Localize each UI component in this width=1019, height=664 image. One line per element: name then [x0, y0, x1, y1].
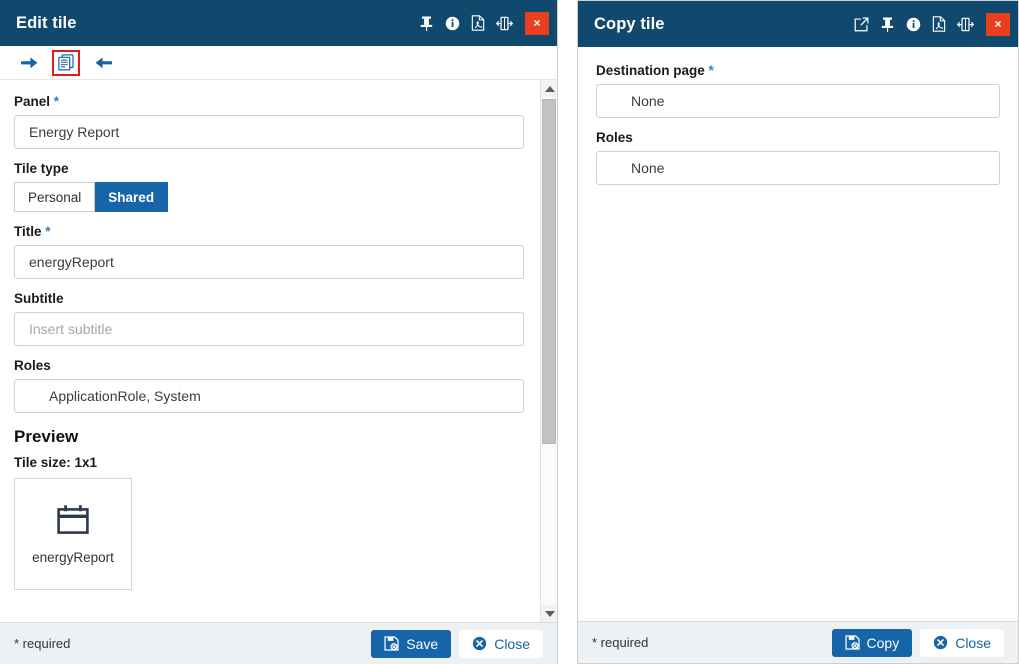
save-icon	[384, 636, 399, 651]
dual-dialog-screen: Edit tile × Panel * Energy Report Tile t…	[0, 0, 1019, 664]
copy-tile-form: Destination page * None Roles None	[578, 47, 1018, 621]
resize-width-icon[interactable]	[952, 1, 978, 47]
cancel-circle-icon	[933, 635, 948, 650]
title-label: Title *	[14, 224, 51, 239]
edit-tile-titlebar: Edit tile ×	[0, 0, 557, 46]
copy-tile-icon[interactable]	[52, 49, 80, 76]
pdf-icon[interactable]	[926, 1, 952, 47]
preview-tile[interactable]: energyReport	[14, 478, 132, 590]
copy-tile-titlebar-icons: ×	[848, 1, 1018, 47]
field-copy-roles: Roles None	[596, 130, 1000, 185]
close-icon[interactable]: ×	[986, 12, 1010, 36]
scroll-down-arrow[interactable]	[541, 605, 557, 622]
copy-roles-label: Roles	[596, 130, 633, 145]
preview-tile-label: energyReport	[32, 550, 114, 565]
required-asterisk: *	[45, 224, 51, 239]
copy-tile-titlebar: Copy tile ×	[578, 1, 1018, 47]
destination-page-input[interactable]: None	[596, 84, 1000, 118]
required-asterisk: *	[53, 94, 60, 109]
save-button-label: Save	[406, 635, 439, 652]
edit-tile-footer: * required Save Close	[0, 622, 557, 664]
copy-roles-input[interactable]: None	[596, 151, 1000, 185]
copy-button[interactable]: Copy	[831, 628, 913, 657]
tile-type-toggle: Personal Shared	[14, 182, 169, 212]
required-note: * required	[592, 635, 649, 650]
copy-tile-body: Destination page * None Roles None	[578, 47, 1018, 621]
field-subtitle: Subtitle Insert subtitle	[14, 291, 524, 346]
field-panel: Panel * Energy Report	[14, 94, 524, 149]
edit-tile-body: Panel * Energy Report Tile type Personal…	[0, 80, 557, 622]
scrollbar-thumb[interactable]	[542, 99, 556, 445]
preview-heading: Preview	[14, 427, 79, 446]
panel-label: Panel *	[14, 94, 60, 109]
required-note: * required	[14, 636, 71, 651]
field-tile-type: Tile type Personal Shared	[14, 161, 524, 212]
edit-tile-title: Edit tile	[16, 13, 77, 32]
resize-width-icon[interactable]	[491, 0, 517, 46]
save-icon	[844, 635, 860, 650]
copy-tile-title: Copy tile	[594, 14, 665, 33]
scrollbar-track[interactable]	[541, 97, 557, 605]
back-arrow-icon[interactable]	[90, 50, 116, 76]
close-icon[interactable]: ×	[525, 11, 549, 35]
edit-tile-toolbar	[0, 46, 557, 80]
edit-tile-form: Panel * Energy Report Tile type Personal…	[0, 80, 540, 622]
subtitle-label: Subtitle	[14, 291, 64, 306]
field-destination-page: Destination page * None	[596, 63, 1000, 118]
copy-tile-footer: * required Copy Close	[578, 621, 1018, 663]
calendar-icon	[56, 503, 90, 540]
scroll-up-arrow[interactable]	[541, 80, 557, 97]
save-button[interactable]: Save	[371, 629, 452, 658]
title-input[interactable]: energyReport	[14, 245, 524, 279]
edit-tile-titlebar-icons: ×	[413, 0, 557, 46]
pin-icon[interactable]	[413, 0, 439, 46]
tile-type-option-personal[interactable]: Personal	[14, 182, 96, 212]
info-icon[interactable]	[439, 0, 465, 46]
copy-tile-dialog: Copy tile × Destination page * None Role…	[577, 0, 1019, 664]
forward-arrow-icon[interactable]	[16, 50, 42, 76]
tile-type-option-shared[interactable]: Shared	[95, 182, 169, 212]
subtitle-input[interactable]: Insert subtitle	[14, 312, 524, 346]
close-button[interactable]: Close	[459, 629, 543, 658]
field-roles: Roles ApplicationRole, System	[14, 358, 524, 413]
roles-label: Roles	[14, 358, 51, 373]
pin-icon[interactable]	[874, 1, 900, 47]
roles-input[interactable]: ApplicationRole, System	[14, 379, 524, 413]
panel-input[interactable]: Energy Report	[14, 115, 524, 149]
dialog-gap	[558, 0, 577, 664]
close-button-label: Close	[494, 635, 530, 652]
required-asterisk: *	[708, 63, 714, 78]
pdf-icon[interactable]	[465, 0, 491, 46]
vertical-scrollbar[interactable]	[540, 80, 557, 622]
destination-page-label: Destination page *	[596, 63, 714, 78]
cancel-circle-icon	[472, 636, 487, 651]
copy-button-label: Copy	[866, 634, 900, 651]
popout-icon[interactable]	[848, 1, 874, 47]
tile-size-label: Tile size: 1x1	[14, 455, 98, 470]
close-button[interactable]: Close	[920, 628, 1004, 657]
edit-tile-dialog: Edit tile × Panel * Energy Report Tile t…	[0, 0, 558, 664]
close-button-label: Close	[955, 634, 991, 651]
info-icon[interactable]	[900, 1, 926, 47]
tile-type-label: Tile type	[14, 161, 69, 176]
field-title: Title * energyReport	[14, 224, 524, 279]
